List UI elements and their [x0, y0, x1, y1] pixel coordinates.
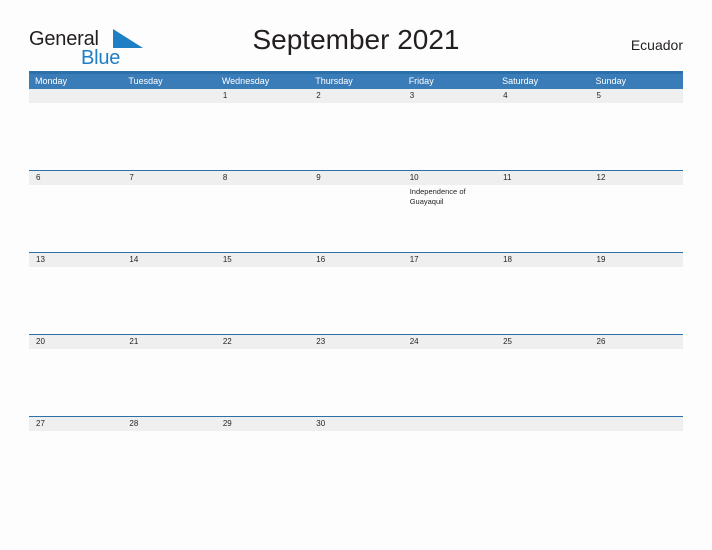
- date-number[interactable]: 18: [496, 253, 589, 267]
- date-number-band: 13 14 15 16 17 18 19: [29, 253, 683, 267]
- day-cell[interactable]: [590, 185, 683, 252]
- day-cell[interactable]: [403, 349, 496, 416]
- weekday-header-thursday: Thursday: [315, 76, 353, 86]
- date-number[interactable]: 6: [29, 171, 122, 185]
- calendar-week-row: 6 7 8 9 10 11 12 Independence of Guayaqu…: [29, 170, 683, 252]
- day-cell[interactable]: [29, 431, 122, 498]
- date-number[interactable]: 8: [216, 171, 309, 185]
- day-cell[interactable]: [29, 185, 122, 252]
- day-cell[interactable]: [309, 267, 402, 334]
- date-number[interactable]: 7: [122, 171, 215, 185]
- weekday-header-tuesday: Tuesday: [128, 76, 163, 86]
- weekday-header-sunday: Sunday: [595, 76, 627, 86]
- day-cell[interactable]: [29, 349, 122, 416]
- day-cell[interactable]: [216, 267, 309, 334]
- weekday-header-wednesday: Wednesday: [221, 76, 270, 86]
- calendar-week-row: 13 14 15 16 17 18 19: [29, 252, 683, 334]
- date-number[interactable]: 26: [590, 335, 683, 349]
- weekday-header-row: Monday Tuesday Wednesday Thursday Friday…: [29, 74, 683, 89]
- day-cell[interactable]: [590, 267, 683, 334]
- date-number[interactable]: [122, 89, 215, 103]
- date-number[interactable]: 29: [216, 417, 309, 431]
- date-number[interactable]: 17: [403, 253, 496, 267]
- day-cell[interactable]: [216, 185, 309, 252]
- day-cell[interactable]: [590, 349, 683, 416]
- day-cell[interactable]: [309, 103, 402, 170]
- date-number[interactable]: [496, 417, 589, 431]
- date-number[interactable]: 3: [403, 89, 496, 103]
- date-number-band: 1 2 3 4 5: [29, 89, 683, 103]
- country-label: Ecuador: [630, 37, 683, 53]
- event-area-row: [29, 103, 683, 170]
- date-number[interactable]: 24: [403, 335, 496, 349]
- date-number[interactable]: 20: [29, 335, 122, 349]
- day-cell[interactable]: [122, 349, 215, 416]
- date-number[interactable]: 2: [309, 89, 402, 103]
- weekday-header-friday: Friday: [408, 76, 434, 86]
- date-number[interactable]: 30: [309, 417, 402, 431]
- date-number[interactable]: 12: [590, 171, 683, 185]
- date-number[interactable]: 15: [216, 253, 309, 267]
- day-cell[interactable]: [496, 431, 589, 498]
- day-cell[interactable]: [309, 349, 402, 416]
- day-cell-holiday[interactable]: Independence of Guayaquil: [403, 185, 496, 252]
- day-cell[interactable]: [216, 349, 309, 416]
- day-cell[interactable]: [496, 103, 589, 170]
- date-number[interactable]: 5: [590, 89, 683, 103]
- date-number[interactable]: 19: [590, 253, 683, 267]
- date-number-band: 20 21 22 23 24 25 26: [29, 335, 683, 349]
- date-number-band: 27 28 29 30: [29, 417, 683, 431]
- date-number[interactable]: [590, 417, 683, 431]
- date-number[interactable]: 10: [403, 171, 496, 185]
- day-cell[interactable]: [29, 267, 122, 334]
- day-cell[interactable]: [496, 349, 589, 416]
- day-cell[interactable]: [122, 431, 215, 498]
- day-cell[interactable]: [122, 103, 215, 170]
- calendar-week-row: 1 2 3 4 5: [29, 89, 683, 170]
- date-number[interactable]: 22: [216, 335, 309, 349]
- date-number[interactable]: 25: [496, 335, 589, 349]
- day-cell[interactable]: [216, 431, 309, 498]
- date-number[interactable]: [29, 89, 122, 103]
- date-number[interactable]: 1: [216, 89, 309, 103]
- day-cell[interactable]: [590, 431, 683, 498]
- date-number-band: 6 7 8 9 10 11 12: [29, 171, 683, 185]
- day-cell[interactable]: [496, 267, 589, 334]
- day-cell[interactable]: [309, 431, 402, 498]
- event-area-row: [29, 431, 683, 498]
- date-number[interactable]: 27: [29, 417, 122, 431]
- date-number[interactable]: 14: [122, 253, 215, 267]
- day-cell[interactable]: [403, 431, 496, 498]
- date-number[interactable]: 13: [29, 253, 122, 267]
- date-number[interactable]: 11: [496, 171, 589, 185]
- weekday-header-monday: Monday: [35, 76, 68, 86]
- calendar-grid: Monday Tuesday Wednesday Thursday Friday…: [29, 71, 683, 498]
- event-area-row: Independence of Guayaquil: [29, 185, 683, 252]
- event-area-row: [29, 267, 683, 334]
- event-text: Independence of Guayaquil: [409, 187, 466, 206]
- date-number[interactable]: 23: [309, 335, 402, 349]
- day-cell[interactable]: [496, 185, 589, 252]
- date-number[interactable]: 9: [309, 171, 402, 185]
- day-cell[interactable]: [590, 103, 683, 170]
- calendar-week-row: 20 21 22 23 24 25 26: [29, 334, 683, 416]
- day-cell[interactable]: [29, 103, 122, 170]
- day-cell[interactable]: [403, 267, 496, 334]
- page-title: September 2021: [252, 24, 460, 55]
- calendar-week-row: 27 28 29 30: [29, 416, 683, 498]
- event-area-row: [29, 349, 683, 416]
- date-number[interactable]: 16: [309, 253, 402, 267]
- day-cell[interactable]: [309, 185, 402, 252]
- day-cell[interactable]: [216, 103, 309, 170]
- page-header: General Blue September 2021 Ecuador: [29, 24, 683, 69]
- day-cell[interactable]: [403, 103, 496, 170]
- date-number[interactable]: 21: [122, 335, 215, 349]
- date-number[interactable]: 28: [122, 417, 215, 431]
- day-cell[interactable]: [122, 185, 215, 252]
- calendar-page: General Blue September 2021 Ecuador Mond…: [0, 0, 712, 550]
- day-cell[interactable]: [122, 267, 215, 334]
- weekday-header-saturday: Saturday: [502, 76, 539, 86]
- date-number[interactable]: [403, 417, 496, 431]
- date-number[interactable]: 4: [496, 89, 589, 103]
